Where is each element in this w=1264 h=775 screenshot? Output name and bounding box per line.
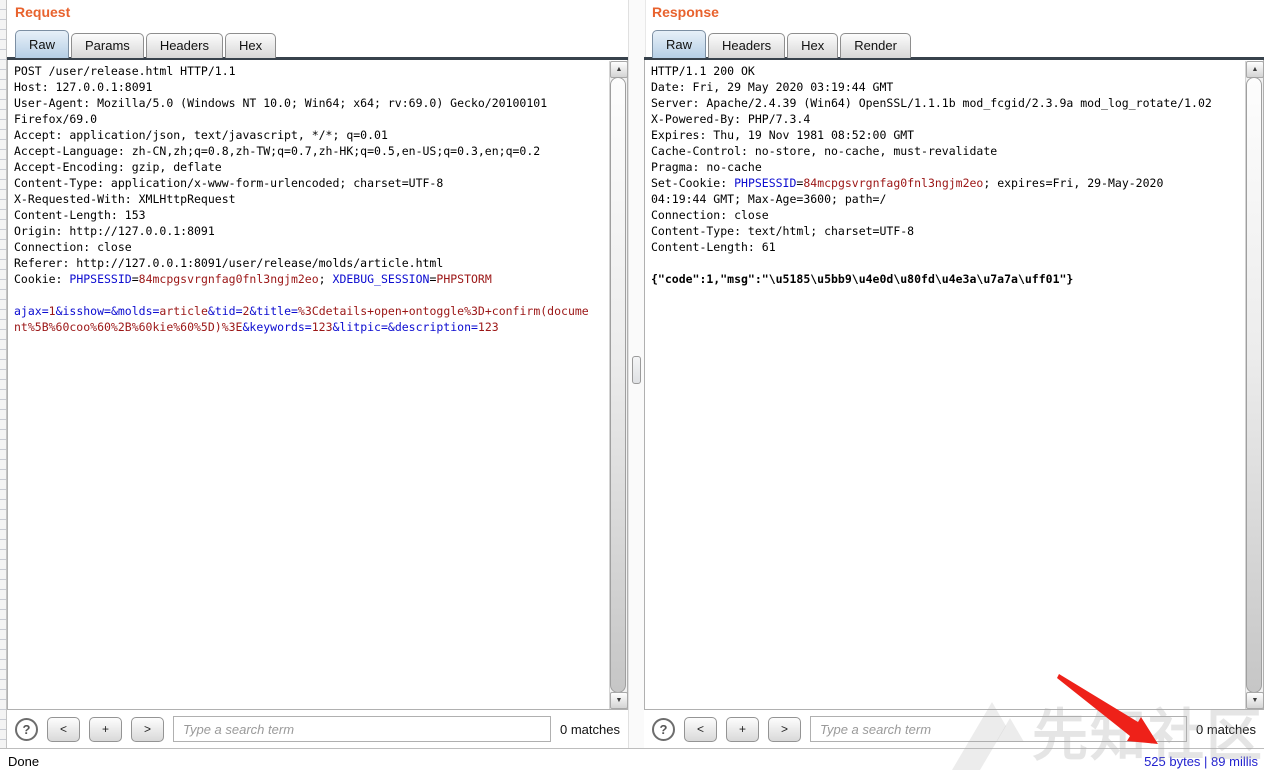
editor-line: Cookie: PHPSESSID=84mcpgsvrgnfag0fnl3ngj… bbox=[14, 271, 603, 287]
search-add-button[interactable]: + bbox=[726, 717, 759, 742]
request-title: Request bbox=[15, 4, 70, 20]
editor-line: nt%5B%60coo%60%2B%60kie%60%5D)%3E&keywor… bbox=[14, 319, 603, 335]
editor-line bbox=[651, 255, 1239, 271]
request-scrollbar[interactable]: ▲ ▼ bbox=[609, 61, 627, 709]
response-title: Response bbox=[652, 4, 719, 20]
request-searchbar: ? < + > 0 matches bbox=[7, 710, 628, 748]
editor-line: HTTP/1.1 200 OK bbox=[651, 63, 1239, 79]
request-tab-raw[interactable]: Raw bbox=[15, 30, 69, 58]
editor-line: X-Powered-By: PHP/7.3.4 bbox=[651, 111, 1239, 127]
request-tab-hex[interactable]: Hex bbox=[225, 33, 276, 58]
request-raw-editor[interactable]: POST /user/release.html HTTP/1.1Host: 12… bbox=[7, 60, 628, 710]
search-next-button[interactable]: > bbox=[768, 717, 801, 742]
response-tabs: RawHeadersHexRender bbox=[652, 30, 1264, 58]
editor-line: Content-Type: text/html; charset=UTF-8 bbox=[651, 223, 1239, 239]
editor-line: 04:19:44 GMT; Max-Age=3600; path=/ bbox=[651, 191, 1239, 207]
editor-line: Content-Length: 61 bbox=[651, 239, 1239, 255]
search-prev-button[interactable]: < bbox=[684, 717, 717, 742]
search-add-button[interactable]: + bbox=[89, 717, 122, 742]
help-icon[interactable]: ? bbox=[652, 718, 675, 741]
editor-line: Origin: http://127.0.0.1:8091 bbox=[14, 223, 603, 239]
status-bar: Done 525 bytes | 89 millis bbox=[0, 748, 1264, 775]
scrollbar-thumb[interactable] bbox=[1246, 77, 1262, 693]
editor-line: Expires: Thu, 19 Nov 1981 08:52:00 GMT bbox=[651, 127, 1239, 143]
search-input[interactable] bbox=[810, 716, 1187, 742]
editor-line: Connection: close bbox=[14, 239, 603, 255]
match-count: 0 matches bbox=[1196, 722, 1256, 737]
search-input[interactable] bbox=[173, 716, 551, 742]
editor-line: Content-Type: application/x-www-form-url… bbox=[14, 175, 603, 191]
editor-line: Server: Apache/2.4.39 (Win64) OpenSSL/1.… bbox=[651, 95, 1239, 111]
editor-line: Cache-Control: no-store, no-cache, must-… bbox=[651, 143, 1239, 159]
editor-line: User-Agent: Mozilla/5.0 (Windows NT 10.0… bbox=[14, 95, 603, 111]
request-panel: Request RawParamsHeadersHex POST /user/r… bbox=[7, 0, 628, 748]
editor-line: Firefox/69.0 bbox=[14, 111, 603, 127]
response-size-time-label: 525 bytes | 89 millis bbox=[1144, 754, 1258, 769]
search-next-button[interactable]: > bbox=[131, 717, 164, 742]
splitter-handle[interactable] bbox=[632, 356, 641, 384]
response-scrollbar[interactable]: ▲ ▼ bbox=[1245, 61, 1263, 709]
editor-line: Set-Cookie: PHPSESSID=84mcpgsvrgnfag0fnl… bbox=[651, 175, 1239, 191]
response-tab-render[interactable]: Render bbox=[840, 33, 911, 58]
editor-line: Date: Fri, 29 May 2020 03:19:44 GMT bbox=[651, 79, 1239, 95]
request-tab-headers[interactable]: Headers bbox=[146, 33, 223, 58]
response-panel: Response RawHeadersHexRender HTTP/1.1 20… bbox=[644, 0, 1264, 748]
editor-line: Accept: application/json, text/javascrip… bbox=[14, 127, 603, 143]
help-icon[interactable]: ? bbox=[15, 718, 38, 741]
editor-line bbox=[14, 287, 603, 303]
editor-line: POST /user/release.html HTTP/1.1 bbox=[14, 63, 603, 79]
editor-line: Content-Length: 153 bbox=[14, 207, 603, 223]
editor-line: Accept-Language: zh-CN,zh;q=0.8,zh-TW;q=… bbox=[14, 143, 603, 159]
editor-line: Host: 127.0.0.1:8091 bbox=[14, 79, 603, 95]
editor-line: X-Requested-With: XMLHttpRequest bbox=[14, 191, 603, 207]
editor-line: {"code":1,"msg":"\u5185\u5bb9\u4e0d\u80f… bbox=[651, 271, 1239, 287]
response-tab-hex[interactable]: Hex bbox=[787, 33, 838, 58]
scroll-down-icon[interactable]: ▼ bbox=[610, 692, 628, 709]
window-edge-strip bbox=[0, 0, 7, 748]
match-count: 0 matches bbox=[560, 722, 620, 737]
editor-line: Connection: close bbox=[651, 207, 1239, 223]
scroll-up-icon[interactable]: ▲ bbox=[610, 61, 628, 78]
search-prev-button[interactable]: < bbox=[47, 717, 80, 742]
editor-line: Accept-Encoding: gzip, deflate bbox=[14, 159, 603, 175]
response-raw-editor[interactable]: HTTP/1.1 200 OKDate: Fri, 29 May 2020 03… bbox=[644, 60, 1264, 710]
editor-line: Referer: http://127.0.0.1:8091/user/rele… bbox=[14, 255, 603, 271]
editor-line: Pragma: no-cache bbox=[651, 159, 1239, 175]
scroll-down-icon[interactable]: ▼ bbox=[1246, 692, 1264, 709]
request-tabs: RawParamsHeadersHex bbox=[15, 30, 628, 58]
editor-line: ajax=1&isshow=&molds=article&tid=2&title… bbox=[14, 303, 603, 319]
repeater-window: Request RawParamsHeadersHex POST /user/r… bbox=[0, 0, 1264, 775]
response-searchbar: ? < + > 0 matches bbox=[644, 710, 1264, 748]
response-tab-headers[interactable]: Headers bbox=[708, 33, 785, 58]
status-done-label: Done bbox=[8, 754, 39, 769]
response-tab-raw[interactable]: Raw bbox=[652, 30, 706, 58]
scrollbar-thumb[interactable] bbox=[610, 77, 626, 693]
scroll-up-icon[interactable]: ▲ bbox=[1246, 61, 1264, 78]
request-tab-params[interactable]: Params bbox=[71, 33, 144, 58]
